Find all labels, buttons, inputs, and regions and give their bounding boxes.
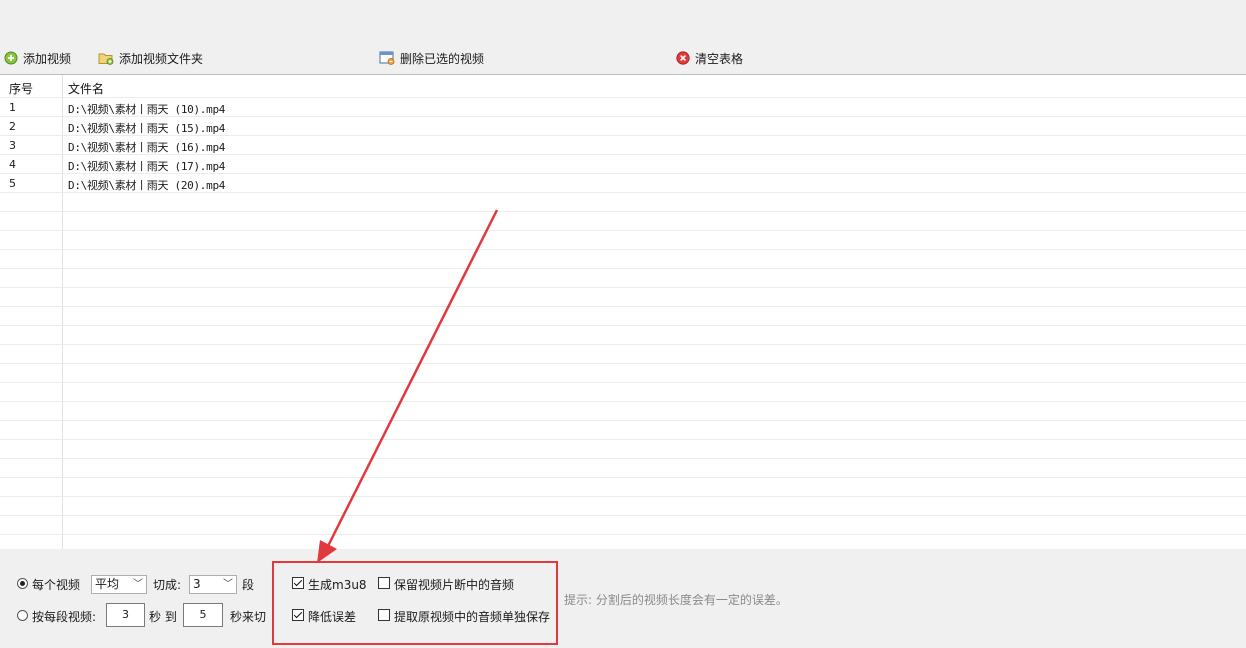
annotation-arrow — [317, 209, 499, 563]
